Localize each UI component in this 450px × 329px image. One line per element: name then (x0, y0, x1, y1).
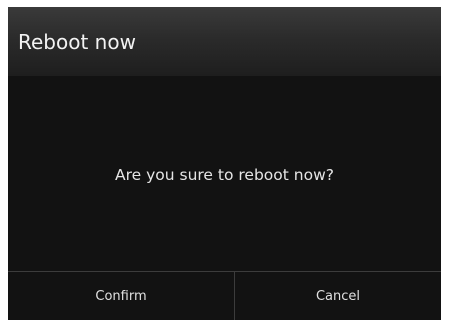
reboot-dialog: Reboot now Are you sure to reboot now? C… (8, 7, 441, 320)
confirm-button[interactable]: Confirm (8, 272, 234, 320)
dialog-message: Are you sure to reboot now? (115, 166, 334, 184)
dialog-title: Reboot now (18, 30, 136, 54)
dialog-message-area: Are you sure to reboot now? (8, 76, 441, 272)
dialog-title-bar: Reboot now (8, 7, 441, 76)
cancel-button[interactable]: Cancel (235, 272, 441, 320)
dialog-button-bar: Confirm Cancel (8, 271, 441, 320)
